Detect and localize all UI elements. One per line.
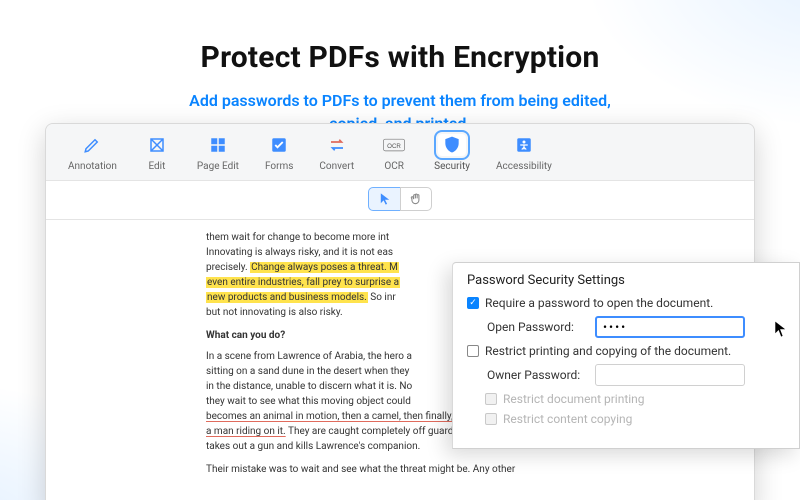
doc-highlight: Change always poses a threat. M — [250, 262, 399, 273]
restrict-printing-label: Restrict document printing — [503, 392, 645, 406]
doc-text: Their mistake was to wait and see what t… — [206, 462, 724, 477]
restrict-copying-checkbox — [485, 413, 497, 425]
annotation-icon — [78, 134, 106, 156]
doc-text: them wait for change to become more int — [206, 232, 389, 243]
restrict-printing-checkbox — [485, 393, 497, 405]
open-password-label: Open Password: — [487, 320, 587, 334]
page-edit-icon — [204, 134, 232, 156]
hand-icon — [409, 192, 423, 206]
security-tool[interactable]: Security — [434, 134, 470, 172]
restrict-label: Restrict printing and copying of the doc… — [485, 344, 731, 358]
pointer-mode[interactable] — [368, 187, 400, 211]
doc-text: takes out a gun and kills Lawrence's com… — [206, 441, 420, 452]
toolbar-label: Page Edit — [197, 161, 239, 172]
doc-text: Innovating is always risky, and it is no… — [206, 247, 393, 258]
mode-subbar — [46, 181, 754, 220]
require-open-checkbox[interactable] — [467, 297, 479, 309]
forms-tool[interactable]: Forms — [265, 134, 293, 172]
annotation-tool[interactable]: Annotation — [68, 134, 117, 172]
owner-password-input[interactable] — [595, 364, 745, 386]
convert-icon — [323, 134, 351, 156]
forms-icon — [265, 134, 293, 156]
doc-text: precisely. — [206, 262, 248, 273]
accessibility-tool[interactable]: Accessibility — [496, 134, 552, 172]
doc-text: sitting on a sand dune in the desert whe… — [206, 366, 409, 377]
doc-text: in the distance, unable to discern what … — [206, 381, 412, 392]
doc-text: but not innovating is also risky. — [206, 307, 343, 318]
hero-title: Protect PDFs with Encryption — [0, 40, 800, 75]
toolbar-label: Forms — [265, 161, 293, 172]
security-icon — [438, 134, 466, 156]
require-open-label: Require a password to open the document. — [485, 296, 713, 310]
restrict-checkbox[interactable] — [467, 345, 479, 357]
toolbar-label: Security — [434, 161, 470, 172]
owner-password-label: Owner Password: — [487, 368, 587, 382]
edit-tool[interactable]: Edit — [143, 134, 171, 172]
main-toolbar: Annotation Edit Page Edit Forms — [46, 124, 754, 181]
toolbar-label: Edit — [148, 161, 165, 172]
page-edit-tool[interactable]: Page Edit — [197, 134, 239, 172]
doc-text: they wait to see what this moving object… — [206, 396, 411, 407]
convert-tool[interactable]: Convert — [319, 134, 354, 172]
doc-highlight: new products and business models. — [206, 292, 368, 303]
toolbar-label: Convert — [319, 161, 354, 172]
doc-text: So inr — [370, 292, 395, 303]
pointer-icon — [379, 192, 391, 206]
ocr-tool[interactable]: OCR OCR — [380, 134, 408, 172]
doc-underline: a man riding on it. — [206, 426, 286, 437]
toolbar-label: OCR — [384, 161, 404, 172]
doc-text: In a scene from Lawrence of Arabia, the … — [206, 351, 412, 362]
hand-mode[interactable] — [400, 187, 432, 211]
doc-highlight: even entire industries, fall prey to sur… — [206, 277, 400, 288]
ocr-icon: OCR — [380, 134, 408, 156]
svg-text:OCR: OCR — [387, 143, 401, 150]
accessibility-icon — [510, 134, 538, 156]
popup-title: Password Security Settings — [467, 273, 785, 288]
toolbar-label: Annotation — [68, 161, 117, 172]
edit-icon — [143, 134, 171, 156]
open-password-input[interactable] — [595, 316, 745, 338]
password-security-popup: Password Security Settings Require a pas… — [452, 262, 800, 449]
toolbar-label: Accessibility — [496, 161, 552, 172]
restrict-copying-label: Restrict content copying — [503, 412, 632, 426]
